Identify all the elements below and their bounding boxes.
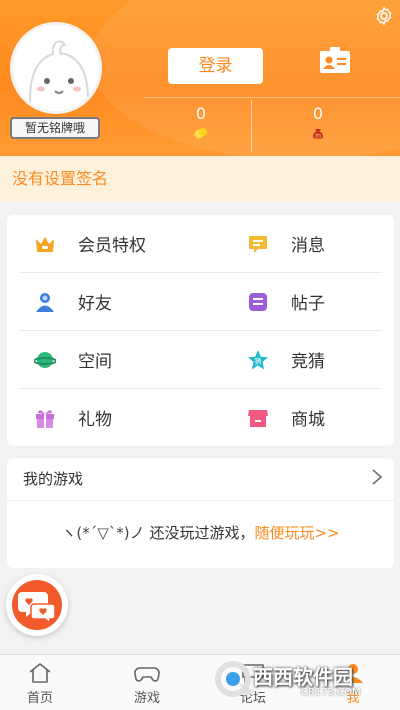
watermark-logo: 西西软件园 CR173.COM — [203, 657, 398, 707]
planet-icon — [34, 351, 56, 368]
menu-item-gift[interactable]: 礼物 — [34, 389, 112, 446]
profile-header: 暂无铭牌哦 登录 0 0 m — [0, 0, 400, 156]
kaomoji-face: ヽ(*´▽`*)ノ — [61, 524, 145, 542]
tab-label: 游戏 — [133, 691, 160, 706]
tab-games[interactable]: 游戏 — [107, 655, 187, 710]
menu-item-vip[interactable]: 会员特权 — [34, 215, 146, 272]
menu-item-label: 礼物 — [78, 410, 112, 430]
coins-count: 0 — [195, 104, 207, 123]
games-empty-state: ヽ(*´▽`*)ノ 还没玩过游戏，随便玩玩>> — [7, 522, 394, 543]
tab-home[interactable]: 首页 — [0, 655, 80, 710]
menu-item-friends[interactable]: 好友 — [34, 273, 112, 330]
friends-icon — [36, 292, 54, 312]
member-card-icon[interactable] — [318, 46, 352, 76]
login-button[interactable]: 登录 — [168, 48, 263, 84]
menu-item-messages[interactable]: 消息 — [247, 215, 325, 272]
games-empty-text: 还没玩过游戏， — [149, 524, 255, 542]
guess-star-icon: 猜 — [248, 349, 268, 369]
chevron-right-icon[interactable] — [370, 468, 384, 486]
home-icon — [29, 662, 51, 683]
money-count: 0 — [312, 104, 324, 123]
my-games-title: 我的游戏 — [23, 470, 84, 488]
svg-text:猜: 猜 — [255, 356, 262, 365]
menu-item-label: 好友 — [78, 294, 112, 314]
posts-icon — [249, 292, 267, 311]
avatar[interactable] — [10, 22, 102, 114]
menu-item-label: 商城 — [291, 410, 325, 430]
menu-item-posts[interactable]: 帖子 — [247, 273, 325, 330]
my-games-card: 我的游戏 ヽ(*´▽`*)ノ 还没玩过游戏，随便玩玩>> — [7, 458, 394, 568]
stats-divider — [251, 100, 252, 152]
stats-top-divider — [143, 97, 400, 98]
feature-menu: 会员特权 消息 好友 帖子 空间 猜 竞猜 礼物 商城 — [7, 215, 394, 446]
money-stat[interactable]: 0 m — [288, 104, 348, 140]
settings-gear-icon[interactable] — [374, 6, 394, 26]
menu-item-label: 竞猜 — [291, 352, 325, 372]
menu-item-label: 消息 — [291, 236, 325, 256]
money-bag-icon: m — [312, 129, 324, 140]
menu-item-space[interactable]: 空间 — [34, 331, 112, 388]
gift-icon — [36, 409, 54, 428]
play-random-link[interactable]: 随便玩玩>> — [254, 524, 339, 542]
menu-item-shop[interactable]: 商城 — [247, 389, 325, 446]
crown-icon — [36, 236, 54, 252]
watermark-brand: 西西软件园 — [253, 665, 353, 689]
shop-icon — [248, 409, 268, 427]
signature-bar[interactable]: 没有设置签名 — [0, 156, 400, 202]
watermark-url: CR173.COM — [301, 687, 361, 698]
menu-item-label: 帖子 — [291, 294, 325, 314]
chat-bubbles-icon — [18, 592, 56, 625]
menu-item-guess[interactable]: 猜 竞猜 — [247, 331, 325, 388]
message-icon — [249, 235, 267, 253]
tab-label: 首页 — [26, 691, 53, 706]
menu-item-label: 会员特权 — [78, 236, 146, 256]
default-avatar-face-icon — [13, 25, 99, 111]
games-divider — [7, 500, 394, 501]
gold-coin-icon — [194, 128, 207, 139]
floating-chat-button[interactable] — [6, 574, 68, 636]
svg-text:m: m — [315, 133, 321, 140]
menu-item-label: 空间 — [78, 352, 112, 372]
nameplate-badge: 暂无铭牌哦 — [10, 117, 100, 139]
coins-stat[interactable]: 0 — [171, 104, 231, 140]
gamepad-icon — [134, 667, 160, 682]
